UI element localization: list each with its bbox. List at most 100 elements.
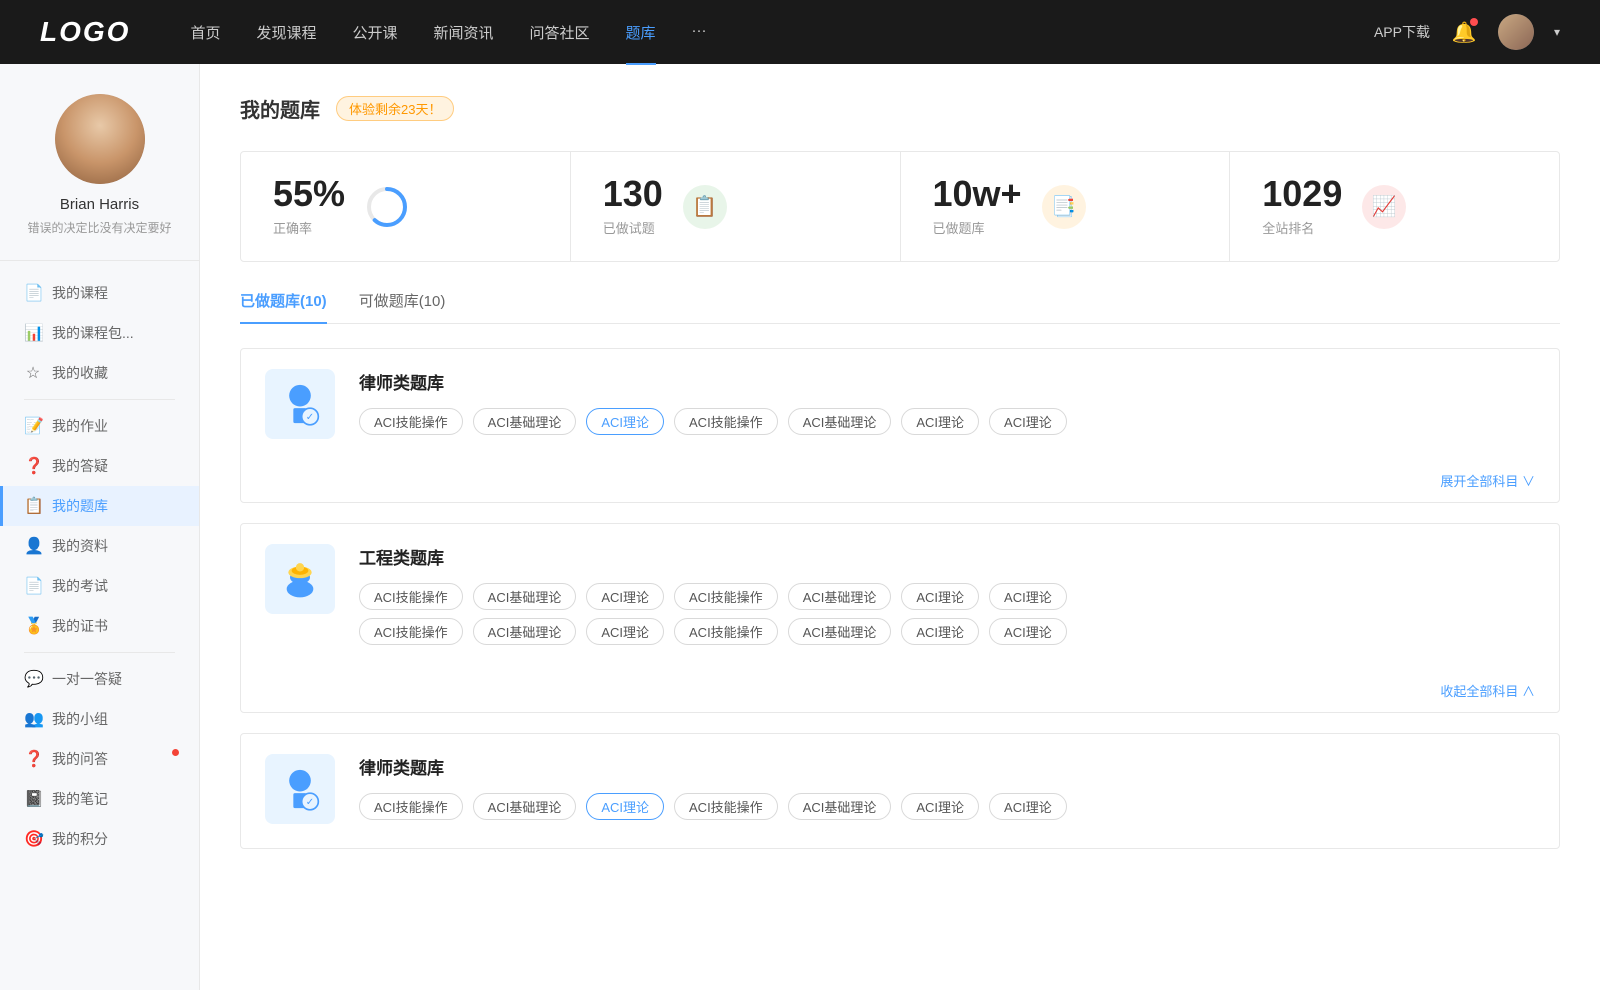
lawyer2-tag-6[interactable]: ACI理论 [989,793,1067,820]
eng-tag-r2-6[interactable]: ACI理论 [989,618,1067,645]
eng-tag-r1-3[interactable]: ACI技能操作 [674,583,778,610]
lawyer-tag-0[interactable]: ACI技能操作 [359,408,463,435]
lawyer-bank-title: 律师类题库 [359,369,1535,394]
nav-home[interactable]: 首页 [190,22,220,43]
nav-news[interactable]: 新闻资讯 [434,22,494,43]
sidebar-item-homework[interactable]: 📝 我的作业 [0,406,199,446]
stat-done-questions-label: 已做试题 [603,218,663,237]
lawyer2-tag-1[interactable]: ACI基础理论 [473,793,577,820]
nav-discover[interactable]: 发现课程 [256,22,316,43]
nav-qa[interactable]: 问答社区 [530,22,590,43]
eng-tag-r1-0[interactable]: ACI技能操作 [359,583,463,610]
svg-text:✓: ✓ [306,797,314,808]
lawyer-bank-icon-wrap: ✓ [265,369,335,439]
sidebar-slogan: 错误的决定比没有决定要好 [20,219,179,236]
course-package-icon: 📊 [24,323,42,343]
stat-accuracy-label: 正确率 [273,218,345,237]
eng-tag-r2-4[interactable]: ACI基础理论 [788,618,892,645]
star-icon: ☆ [24,363,42,383]
lawyer-tag-2-active[interactable]: ACI理论 [586,408,664,435]
engineering-bank-tags-row1: ACI技能操作 ACI基础理论 ACI理论 ACI技能操作 ACI基础理论 AC… [359,583,1535,610]
app-download-button[interactable]: APP下载 [1374,22,1430,42]
nav-question-bank[interactable]: 题库 [626,22,656,43]
eng-tag-r2-5[interactable]: ACI理论 [901,618,979,645]
stat-accuracy-value: 55% [273,176,345,212]
question-icon: ❓ [24,456,42,476]
chart-red-icon: 📈 [1372,194,1397,219]
sidebar-item-favorites[interactable]: ☆ 我的收藏 [0,353,199,393]
nav-more[interactable]: ··· [692,22,707,43]
engineering-bank-collapse[interactable]: 收起全部科目 ∧ [241,673,1559,712]
list-green-icon: 📋 [692,194,717,219]
certificate-icon: 🏅 [24,616,42,636]
sidebar-item-qa[interactable]: ❓ 我的答疑 [0,446,199,486]
lawyer2-tag-3[interactable]: ACI技能操作 [674,793,778,820]
chat-icon: 💬 [24,669,42,689]
engineering-bank-tags-row2: ACI技能操作 ACI基础理论 ACI理论 ACI技能操作 ACI基础理论 AC… [359,618,1535,645]
lawyer-tag-3[interactable]: ACI技能操作 [674,408,778,435]
nav-dropdown-icon[interactable]: ▾ [1554,25,1560,39]
lawyer-tag-6[interactable]: ACI理论 [989,408,1067,435]
bank-section-lawyer: ✓ 律师类题库 ACI技能操作 ACI基础理论 ACI理论 ACI技能操作 AC… [240,348,1560,503]
lawyer-tag-1[interactable]: ACI基础理论 [473,408,577,435]
eng-tag-r1-1[interactable]: ACI基础理论 [473,583,577,610]
lawyer-tag-5[interactable]: ACI理论 [901,408,979,435]
lawyer-icon: ✓ [275,379,325,429]
eng-tag-r1-4[interactable]: ACI基础理论 [788,583,892,610]
eng-tag-r1-6[interactable]: ACI理论 [989,583,1067,610]
tab-available-banks[interactable]: 可做题库(10) [359,290,446,323]
stat-done-questions: 130 已做试题 📋 [571,152,901,261]
sidebar-item-course-package[interactable]: 📊 我的课程包... [0,313,199,353]
sidebar-label-profile: 我的资料 [52,536,108,556]
eng-tag-r2-3[interactable]: ACI技能操作 [674,618,778,645]
eng-tag-r1-2[interactable]: ACI理论 [586,583,664,610]
lawyer2-tag-2-active[interactable]: ACI理论 [586,793,664,820]
lawyer-tag-4[interactable]: ACI基础理论 [788,408,892,435]
bank-section-lawyer-body: ✓ 律师类题库 ACI技能操作 ACI基础理论 ACI理论 ACI技能操作 AC… [241,349,1559,463]
eng-tag-r2-0[interactable]: ACI技能操作 [359,618,463,645]
sidebar-item-my-courses[interactable]: 📄 我的课程 [0,273,199,313]
page-header: 我的题库 体验剩余23天！ [240,94,1560,123]
main-content: 我的题库 体验剩余23天！ 55% 正确率 130 [200,64,1600,990]
tabs-row: 已做题库(10) 可做题库(10) [240,290,1560,324]
sidebar-item-points[interactable]: 🎯 我的积分 [0,819,199,859]
sidebar-item-notes[interactable]: 📓 我的笔记 [0,779,199,819]
navbar: LOGO 首页 发现课程 公开课 新闻资讯 问答社区 题库 ··· APP下载 … [0,0,1600,64]
sidebar-item-question-bank[interactable]: 📋 我的题库 [0,486,199,526]
sidebar-item-exam[interactable]: 📄 我的考试 [0,566,199,606]
sidebar-item-profile[interactable]: 👤 我的资料 [0,526,199,566]
points-icon: 🎯 [24,829,42,849]
group-icon: 👥 [24,709,42,729]
sidebar-item-one-on-one[interactable]: 💬 一对一答疑 [0,659,199,699]
tab-done-banks[interactable]: 已做题库(10) [240,290,327,323]
sidebar-item-certificate[interactable]: 🏅 我的证书 [0,606,199,646]
sidebar-label-question-bank: 我的题库 [52,496,108,516]
sidebar-label-my-qa: 我的问答 [52,749,108,769]
sidebar-label-my-courses: 我的课程 [52,283,108,303]
trial-badge: 体验剩余23天！ [336,96,454,121]
sidebar: Brian Harris 错误的决定比没有决定要好 📄 我的课程 📊 我的课程包… [0,64,200,990]
my-qa-icon: ❓ [24,749,42,769]
stat-accuracy-text: 55% 正确率 [273,176,345,237]
lawyer-bank-expand[interactable]: 展开全部科目 ∨ [241,463,1559,502]
notification-bell-button[interactable]: 🔔 [1450,18,1478,46]
sidebar-label-favorites: 我的收藏 [52,363,108,383]
avatar[interactable] [1498,14,1534,50]
stat-ranking: 1029 全站排名 📈 [1230,152,1559,261]
sidebar-divider-1 [24,399,175,400]
page-wrapper: Brian Harris 错误的决定比没有决定要好 📄 我的课程 📊 我的课程包… [0,64,1600,990]
sidebar-item-my-qa[interactable]: ❓ 我的问答 [0,739,199,779]
bank-section-engineering-body: 工程类题库 ACI技能操作 ACI基础理论 ACI理论 ACI技能操作 ACI基… [241,524,1559,673]
sidebar-item-group[interactable]: 👥 我的小组 [0,699,199,739]
engineering-bank-content: 工程类题库 ACI技能操作 ACI基础理论 ACI理论 ACI技能操作 ACI基… [359,544,1535,653]
eng-tag-r2-1[interactable]: ACI基础理论 [473,618,577,645]
lawyer2-tag-5[interactable]: ACI理论 [901,793,979,820]
lawyer-bank-tags: ACI技能操作 ACI基础理论 ACI理论 ACI技能操作 ACI基础理论 AC… [359,408,1535,435]
eng-tag-r1-5[interactable]: ACI理论 [901,583,979,610]
lawyer2-tag-4[interactable]: ACI基础理论 [788,793,892,820]
stat-done-questions-value: 130 [603,176,663,212]
nav-open-course[interactable]: 公开课 [352,22,397,43]
sidebar-label-points: 我的积分 [52,829,108,849]
eng-tag-r2-2[interactable]: ACI理论 [586,618,664,645]
lawyer2-tag-0[interactable]: ACI技能操作 [359,793,463,820]
